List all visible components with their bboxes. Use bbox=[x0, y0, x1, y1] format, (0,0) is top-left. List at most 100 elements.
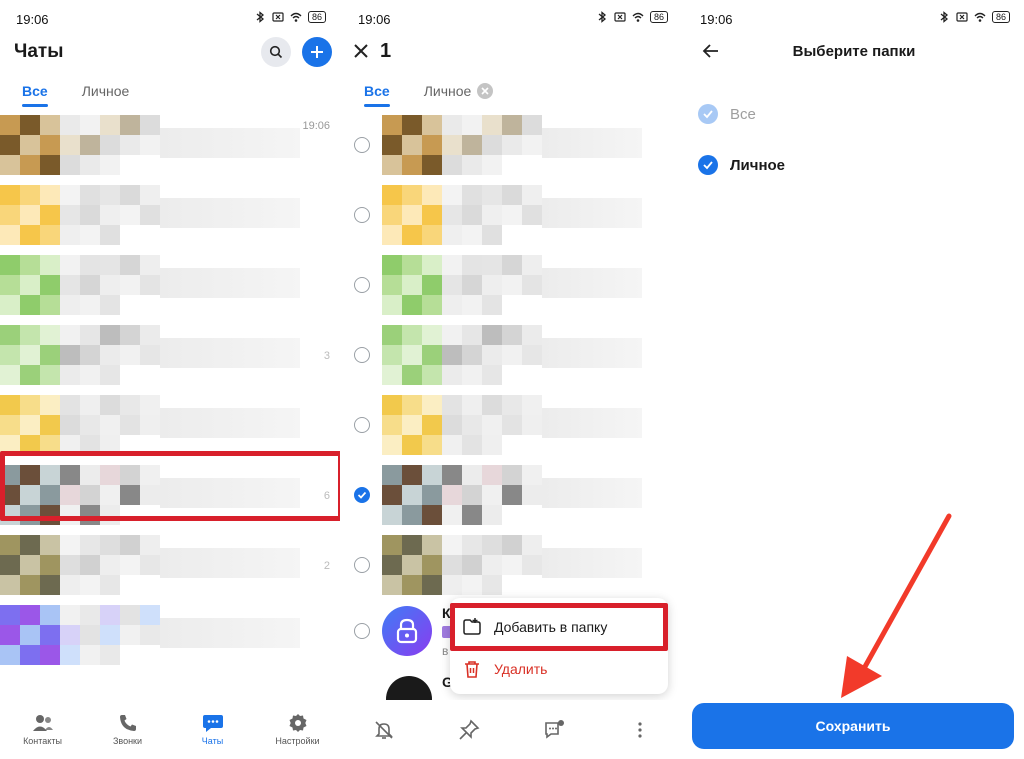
blurred-chat-text bbox=[542, 408, 642, 438]
arrow-shaft bbox=[859, 513, 952, 675]
mute-icon[interactable] bbox=[373, 719, 395, 741]
chat-row[interactable]: 2 bbox=[0, 530, 340, 600]
status-time: 19:06 bbox=[358, 12, 391, 27]
nav-contacts[interactable]: Контакты bbox=[8, 713, 78, 746]
save-button[interactable]: Сохранить bbox=[692, 703, 1014, 749]
trash-icon bbox=[465, 661, 479, 678]
tab-label: Личное bbox=[81, 83, 130, 99]
status-bar: 19:06 86 bbox=[342, 10, 682, 28]
chat-row[interactable] bbox=[342, 460, 682, 530]
blurred-chat-preview bbox=[382, 115, 542, 175]
sim-off-icon bbox=[614, 12, 626, 22]
chat-row[interactable] bbox=[342, 390, 682, 460]
tab-all[interactable]: Все bbox=[22, 83, 48, 107]
folder-checkbox[interactable] bbox=[698, 155, 718, 175]
choose-folders-screen: 19:06 86 Выберите папки Все Личное Сохра… bbox=[684, 0, 1024, 759]
chat-time: 19:06 bbox=[302, 120, 330, 132]
nav-label: Контакты bbox=[23, 736, 62, 746]
nav-label: Чаты bbox=[201, 736, 224, 746]
select-radio[interactable] bbox=[354, 347, 370, 363]
select-radio[interactable] bbox=[354, 277, 370, 293]
wifi-icon bbox=[632, 12, 644, 22]
chat-row[interactable] bbox=[342, 180, 682, 250]
check-icon bbox=[703, 110, 713, 119]
blurred-chat-preview bbox=[0, 325, 160, 385]
select-radio[interactable] bbox=[354, 557, 370, 573]
blurred-chat-text bbox=[542, 338, 642, 368]
chat-row[interactable] bbox=[342, 320, 682, 390]
search-icon bbox=[269, 45, 283, 59]
add-to-folder-highlight bbox=[450, 603, 668, 651]
select-radio[interactable] bbox=[354, 137, 370, 153]
chat-row[interactable]: 19:06 bbox=[0, 110, 340, 180]
blurred-chat-text bbox=[542, 478, 642, 508]
blurred-chat-preview bbox=[382, 255, 542, 315]
wifi-icon bbox=[290, 12, 302, 22]
blurred-chat-text bbox=[542, 198, 642, 228]
chat-count: 2 bbox=[323, 560, 330, 572]
status-time: 19:06 bbox=[700, 12, 733, 27]
blurred-chat-text bbox=[160, 128, 300, 158]
tab-label: Личное bbox=[423, 83, 472, 99]
blurred-chat-preview bbox=[0, 115, 160, 175]
delete-menu-item[interactable]: Удалить bbox=[450, 648, 668, 690]
check-icon bbox=[703, 161, 713, 170]
select-radio[interactable] bbox=[354, 207, 370, 223]
bluetooth-icon bbox=[256, 11, 264, 23]
sim-off-icon bbox=[956, 12, 968, 22]
tab-personal[interactable]: Личное bbox=[424, 83, 494, 99]
new-chat-button[interactable] bbox=[302, 37, 332, 67]
chat-icon bbox=[202, 715, 223, 732]
bluetooth-icon bbox=[940, 11, 948, 23]
nav-label: Настройки bbox=[275, 736, 320, 746]
battery-indicator: 86 bbox=[991, 11, 1010, 23]
tab-label: Все bbox=[364, 83, 390, 99]
blurred-chat-text bbox=[160, 408, 300, 438]
blurred-chat-preview bbox=[382, 185, 542, 245]
remove-tab-icon[interactable] bbox=[477, 83, 494, 99]
pin-icon[interactable] bbox=[458, 719, 480, 741]
chat-row[interactable] bbox=[0, 250, 340, 320]
nav-calls[interactable]: Звонки bbox=[93, 713, 163, 746]
chat-row[interactable] bbox=[342, 530, 682, 600]
bottom-navigation: Контакты Звонки Чаты Настройки bbox=[0, 700, 340, 759]
close-selection-icon[interactable] bbox=[352, 42, 370, 60]
plus-icon bbox=[311, 46, 323, 58]
select-radio[interactable] bbox=[354, 487, 370, 503]
blurred-chat-text bbox=[160, 198, 300, 228]
check-icon bbox=[357, 491, 367, 499]
selection-screen: 19:06 86 1 Все Личное К в G Добавить в п… bbox=[342, 0, 682, 759]
folder-tabs: Все Личное bbox=[364, 83, 494, 107]
mark-read-icon[interactable] bbox=[542, 719, 566, 741]
select-radio[interactable] bbox=[354, 623, 370, 639]
status-time: 19:06 bbox=[16, 12, 49, 27]
tab-all[interactable]: Все bbox=[364, 83, 390, 107]
nav-settings[interactable]: Настройки bbox=[263, 713, 333, 746]
chat-row[interactable] bbox=[0, 390, 340, 460]
selected-count: 1 bbox=[380, 40, 392, 62]
search-button[interactable] bbox=[261, 37, 291, 67]
tab-label: Все bbox=[22, 83, 48, 99]
chat-row[interactable]: 3 bbox=[0, 320, 340, 390]
blurred-chat-preview bbox=[382, 465, 542, 525]
chat-preview: в bbox=[442, 644, 449, 658]
chat-row[interactable] bbox=[0, 180, 340, 250]
status-icons: 86 bbox=[596, 11, 668, 23]
chat-count: 3 bbox=[323, 350, 330, 362]
avatar bbox=[382, 606, 432, 656]
chat-row[interactable] bbox=[342, 110, 682, 180]
blurred-chat-preview bbox=[382, 325, 542, 385]
blurred-chat-preview bbox=[382, 535, 542, 595]
arrow-head bbox=[841, 656, 882, 698]
blurred-chat-preview bbox=[0, 535, 160, 595]
bluetooth-icon bbox=[598, 11, 606, 23]
chat-row[interactable] bbox=[342, 250, 682, 320]
chat-row[interactable] bbox=[0, 600, 340, 670]
blurred-chat-text bbox=[160, 268, 300, 298]
selection-action-bar bbox=[342, 700, 682, 759]
nav-chats[interactable]: Чаты bbox=[178, 713, 248, 746]
select-radio[interactable] bbox=[354, 417, 370, 433]
tab-personal[interactable]: Личное bbox=[82, 83, 130, 99]
folder-option-personal[interactable]: Личное bbox=[698, 155, 785, 175]
more-icon[interactable] bbox=[629, 719, 651, 741]
